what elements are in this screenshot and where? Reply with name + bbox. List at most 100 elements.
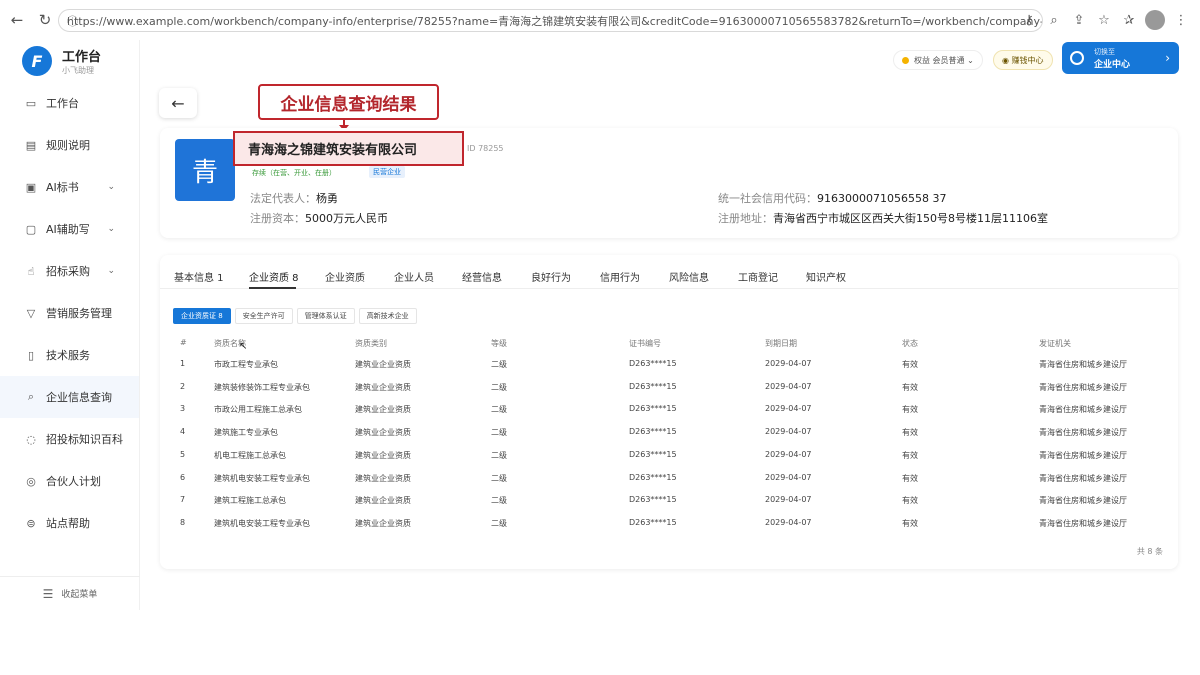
earn-center-tag[interactable]: ◉ 赚钱中心 [993, 50, 1053, 70]
table-cell: 2029-04-07 [765, 495, 812, 505]
tab-6[interactable]: 信用行为 [600, 269, 640, 284]
subtab-3[interactable]: 高新技术企业 [358, 308, 417, 324]
table-cell: 市政工程专业承包 [214, 360, 278, 369]
total-count: 共 8 条 [1136, 547, 1163, 556]
sidebar-item-6[interactable]: ▯ 技术服务 [0, 334, 139, 376]
table-cell: 青海省住房和城乡建设厅 [1039, 518, 1127, 528]
monitor-icon: ▭ [25, 96, 37, 110]
table-cell: 建筑业企业资质 [355, 428, 411, 438]
collapse-menu-button[interactable]: ☰ 收起菜单 [0, 576, 140, 610]
credit-code: 统一社会信用代码：9163000071056558 37 [718, 190, 946, 206]
chevron-down-icon: ⌄ [107, 182, 115, 192]
table-cell: D263****15 [629, 359, 677, 368]
subtab-0[interactable]: 企业资质证 8 [173, 308, 231, 324]
subtab-2[interactable]: 管理体系认证 [296, 308, 355, 324]
tab-0[interactable]: 基本信息 1 [174, 269, 224, 284]
filter-icon: ▽ [26, 306, 36, 320]
key-icon[interactable]: ⚷ [1020, 13, 1038, 28]
table-cell: 青海省住房和城乡建设厅 [1039, 473, 1127, 483]
sidebar-item-9[interactable]: ◎ 合伙人计划 [0, 460, 139, 502]
table-cell: 二级 [491, 473, 507, 483]
coin-icon: ◉ [1002, 55, 1012, 65]
legal-rep-label: 法定代表人： [250, 192, 316, 205]
favorites-icon[interactable]: ✰ [1120, 13, 1138, 28]
credit-code-value: 9163000071056558 37 [817, 192, 947, 205]
share-icon[interactable]: ⇪ [1070, 13, 1088, 28]
back-arrow-icon[interactable]: ← [6, 9, 28, 31]
sidebar-item-1[interactable]: ▤ 规则说明 [0, 124, 139, 166]
sidebar-item-7[interactable]: ⌕ 企业信息查询 [0, 376, 139, 418]
tab-7[interactable]: 风险信息 [669, 269, 709, 284]
enterprise-center-label: 企业中心 [1094, 59, 1131, 70]
table-row[interactable]: 3 市政公用工程施工总承包 建筑业企业资质 二级 D263****15 2029-04-0… [160, 400, 1178, 422]
ring-icon: ◎ [26, 474, 36, 488]
sidebar-item-label: 招投标知识百科 [46, 433, 123, 446]
switch-enterprise-button[interactable]: 切换至 企业中心 › [1062, 42, 1179, 74]
mouse-cursor-icon: ↖ [239, 341, 248, 352]
sidebar-item-2[interactable]: ▣ AI标书 ⌄ [0, 166, 139, 208]
edit-icon: ▢ [25, 222, 37, 236]
app-subtitle: 小飞助理 [62, 66, 94, 75]
table-cell: 机电工程施工总承包 [214, 450, 286, 460]
table-cell: 市政公用工程施工总承包 [214, 405, 302, 415]
table-cell: 有效 [902, 360, 918, 369]
table-cell: 青海省住房和城乡建设厅 [1039, 382, 1127, 392]
sidebar-item-4[interactable]: ☝ 招标采购 ⌄ [0, 250, 139, 292]
file-icon: ▣ [25, 180, 37, 194]
table-cell: 有效 [902, 473, 918, 483]
tab-8[interactable]: 工商登记 [738, 269, 778, 284]
sidebar-item-label: 规则说明 [46, 139, 90, 152]
subtab-1[interactable]: 安全生产许可 [234, 308, 293, 324]
member-tier-tag[interactable]: 权益 会员普通 ⌄ [893, 50, 983, 70]
enterprise-ring-icon [1070, 51, 1084, 65]
sidebar-item-label: 技术服务 [46, 349, 90, 362]
bookmark-star-icon[interactable]: ☆ [1095, 13, 1113, 28]
menu-dots-icon[interactable]: ⋮ [1172, 13, 1190, 28]
tab-9[interactable]: 知识产权 [806, 269, 846, 284]
table-row[interactable]: 5 机电工程施工总承包 建筑业企业资质 二级 D263****15 2029-04-07 有… [160, 446, 1178, 468]
table-row[interactable]: 4 建筑施工专业承包 建筑业企业资质 二级 D263****15 2029-04-07 有效… [160, 423, 1178, 445]
reload-icon[interactable]: ↻ [34, 9, 56, 31]
table-header-cell: 状态 [902, 339, 918, 348]
sidebar-item-0[interactable]: ▭ 工作台 [0, 82, 139, 124]
profile-avatar[interactable] [1145, 10, 1165, 30]
table-cell: 建筑机电安装工程专业承包 [214, 518, 310, 528]
chat-icon: ◌ [26, 432, 36, 446]
table-cell: 2029-04-07 [765, 517, 812, 527]
active-tab-indicator [249, 287, 296, 289]
tab-3[interactable]: 企业人员 [394, 269, 434, 284]
capital-label: 注册资本： [250, 212, 305, 225]
table-cell: 青海省住房和城乡建设厅 [1039, 405, 1127, 415]
table-cell: 有效 [902, 450, 918, 460]
site-info-icon[interactable]: ⓘ [67, 13, 78, 29]
table-header-cell: 资质类别 [355, 339, 387, 348]
table-row[interactable]: 7 建筑工程施工总承包 建筑业企业资质 二级 D263****15 2029-04-07 有… [160, 491, 1178, 513]
tab-2[interactable]: 企业资质 [325, 269, 365, 284]
chevron-down-icon: ⌄ [107, 224, 115, 234]
table-row[interactable]: 1 市政工程专业承包 建筑业企业资质 二级 D263****15 2029-04-07 有效… [160, 355, 1178, 377]
sidebar-item-8[interactable]: ◌ 招投标知识百科 [0, 418, 139, 460]
table-cell: 有效 [902, 496, 918, 506]
sidebar-item-3[interactable]: ▢ AI辅助写 ⌄ [0, 208, 139, 250]
table-row[interactable]: 2 建筑装修装饰工程专业承包 建筑业企业资质 二级 D263****15 2029-04-… [160, 378, 1178, 400]
table-row[interactable]: 8 建筑机电安装工程专业承包 建筑业企业资质 二级 D263****15 2029-04-… [160, 514, 1178, 536]
app-logo-icon: F [22, 46, 52, 76]
zoom-icon[interactable]: ⌕ [1045, 13, 1063, 28]
table-cell: 建筑业企业资质 [355, 405, 411, 415]
sidebar-item-10[interactable]: ⊜ 站点帮助 [0, 502, 139, 544]
tab-5[interactable]: 良好行为 [531, 269, 571, 284]
app-logo-row[interactable]: F 工作台 小飞助理 [0, 40, 139, 82]
tab-1[interactable]: 企业资质 8 [249, 269, 299, 284]
sidebar-item-label: 站点帮助 [46, 517, 90, 530]
table-cell: 有效 [902, 428, 918, 438]
tab-4[interactable]: 经营信息 [462, 269, 502, 284]
table-cell: 8 [180, 517, 186, 527]
table-row[interactable]: 6 建筑机电安装工程专业承包 建筑业企业资质 二级 D263****15 2029-04-… [160, 469, 1178, 491]
table-cell: 建筑业企业资质 [355, 496, 411, 506]
company-avatar: 青 [175, 139, 235, 201]
table-cell: 2029-04-07 [765, 449, 812, 459]
back-button[interactable]: ← [159, 88, 197, 118]
sidebar-item-5[interactable]: ▽ 营销服务管理 [0, 292, 139, 334]
table-cell: 建筑装修装饰工程专业承包 [214, 382, 310, 392]
address-bar[interactable]: ⓘ https://www.example.com/workbench/comp… [58, 9, 1043, 32]
